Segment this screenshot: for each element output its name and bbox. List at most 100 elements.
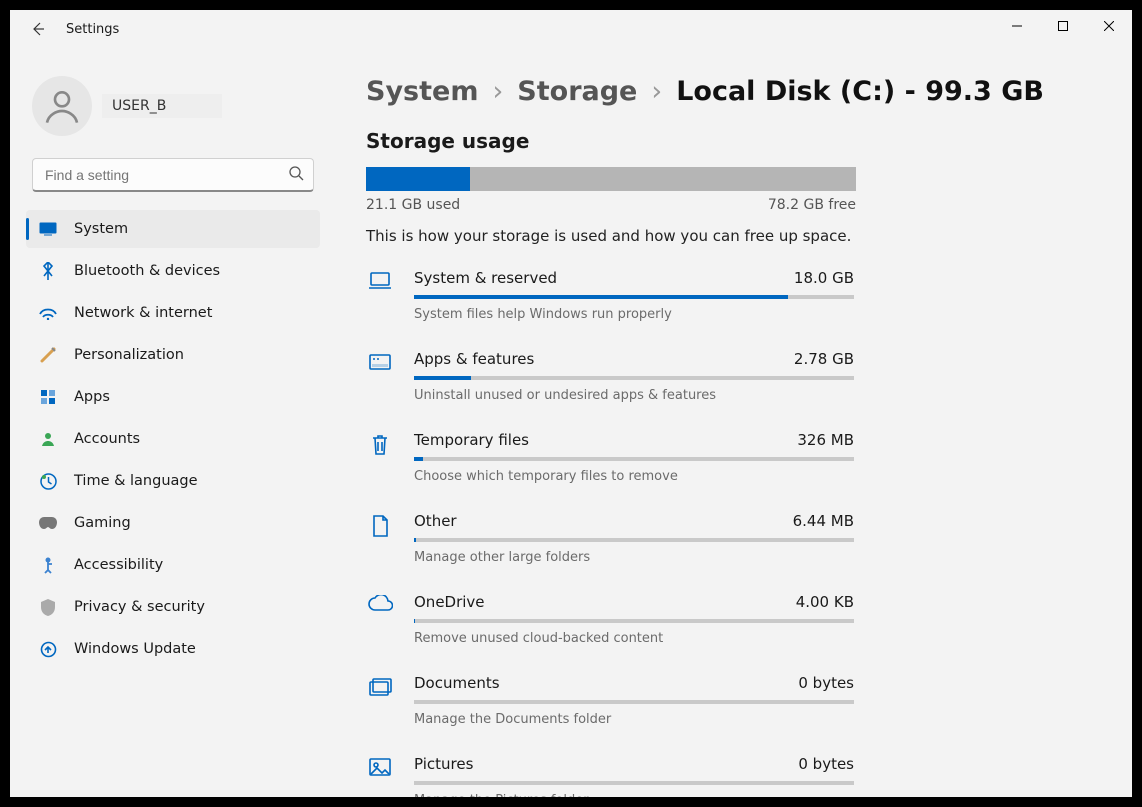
category-body: System & reserved18.0 GBSystem files hel…	[414, 269, 854, 322]
nav-label: Gaming	[74, 515, 131, 531]
usage-fill	[366, 167, 470, 191]
category-apps-features[interactable]: Apps & features 2.78 GB Uninstall unused o…	[366, 350, 1096, 403]
nav-icon	[38, 556, 58, 574]
category-name: Other	[414, 512, 457, 530]
content: USER_B System Bluetooth & devices Network …	[10, 48, 1132, 797]
user-name: USER_B	[102, 94, 222, 118]
user-profile[interactable]: USER_B	[26, 58, 320, 152]
category-fill	[414, 376, 471, 380]
settings-window: Settings USER_B System Bluetooth & device…	[10, 10, 1132, 797]
search-wrap	[32, 158, 314, 192]
sidebar: USER_B System Bluetooth & devices Network …	[10, 48, 330, 797]
laptop-icon	[366, 269, 394, 322]
apps-icon	[366, 350, 394, 403]
category-subtitle: Choose which temporary files to remove	[414, 469, 854, 484]
nav-label: System	[74, 221, 128, 237]
main-panel[interactable]: System › Storage › Local Disk (C:) - 99.…	[330, 48, 1132, 797]
chevron-right-icon: ›	[651, 76, 662, 107]
sidebar-item-accessibility[interactable]: Accessibility	[26, 546, 320, 584]
usage-labels: 21.1 GB used 78.2 GB free	[366, 197, 856, 213]
nav-list: System Bluetooth & devices Network & inter…	[26, 210, 320, 672]
nav-label: Privacy & security	[74, 599, 205, 615]
category-documents[interactable]: Documents 0 bytes Manage the Documents fol…	[366, 674, 1096, 727]
window-controls	[994, 10, 1132, 42]
used-label: 21.1 GB used	[366, 197, 460, 213]
sidebar-item-apps[interactable]: Apps	[26, 378, 320, 416]
category-bar	[414, 376, 854, 380]
category-body: Apps & features 2.78 GB Uninstall unused o…	[414, 350, 854, 403]
other-icon	[366, 512, 394, 565]
nav-icon	[38, 262, 58, 280]
category-bar	[414, 295, 854, 299]
category-bar	[414, 781, 854, 785]
category-fill	[414, 619, 415, 623]
category-subtitle: Remove unused cloud-backed content	[414, 631, 854, 646]
sidebar-item-windows-update[interactable]: Windows Update	[26, 630, 320, 668]
nav-label: Accounts	[74, 431, 140, 447]
sidebar-item-time-language[interactable]: Time & language	[26, 462, 320, 500]
breadcrumb-system[interactable]: System	[366, 76, 478, 107]
sidebar-item-personalization[interactable]: Personalization	[26, 336, 320, 374]
maximize-button[interactable]	[1040, 10, 1086, 42]
category-subtitle: Manage the Pictures folder	[414, 793, 854, 797]
category-size: 326 MB	[797, 431, 854, 449]
breadcrumb: System › Storage › Local Disk (C:) - 99.…	[366, 76, 1096, 107]
category-size: 2.78 GB	[794, 350, 854, 368]
category-fill	[414, 295, 788, 299]
category-subtitle: System files help Windows run properly	[414, 307, 854, 322]
category-name: Apps & features	[414, 350, 534, 368]
category-temporary-files[interactable]: Temporary files326 MBChoose which tempor…	[366, 431, 1096, 484]
category-body: Documents 0 bytes Manage the Documents fol…	[414, 674, 854, 727]
usage-bar	[366, 167, 856, 191]
usage-description: This is how your storage is used and how…	[366, 227, 1096, 245]
nav-label: Apps	[74, 389, 110, 405]
documents-icon	[366, 674, 394, 727]
nav-label: Time & language	[74, 473, 198, 489]
nav-label: Accessibility	[74, 557, 163, 573]
close-button[interactable]	[1086, 10, 1132, 42]
nav-icon	[38, 473, 58, 490]
nav-label: Personalization	[74, 347, 184, 363]
search-icon	[288, 165, 304, 185]
sidebar-item-bluetooth-devices[interactable]: Bluetooth & devices	[26, 252, 320, 290]
category-name: OneDrive	[414, 593, 485, 611]
trash-icon	[366, 431, 394, 484]
category-bar	[414, 619, 854, 623]
category-size: 0 bytes	[798, 674, 854, 692]
back-button[interactable]	[24, 15, 52, 43]
category-name: Documents	[414, 674, 500, 692]
category-onedrive[interactable]: OneDrive 4.00 KB Remove unused cloud-backe…	[366, 593, 1096, 646]
category-name: Pictures	[414, 755, 473, 773]
chevron-right-icon: ›	[492, 76, 503, 107]
category-size: 4.00 KB	[796, 593, 854, 611]
category-pictures[interactable]: Pictures 0 bytes Manage the Pictures folde…	[366, 755, 1096, 797]
breadcrumb-storage[interactable]: Storage	[517, 76, 637, 107]
categories-list: System & reserved18.0 GBSystem files hel…	[366, 269, 1096, 797]
minimize-button[interactable]	[994, 10, 1040, 42]
nav-icon	[38, 431, 58, 447]
category-bar	[414, 538, 854, 542]
titlebar: Settings	[10, 10, 1132, 48]
breadcrumb-current: Local Disk (C:) - 99.3 GB	[676, 76, 1044, 107]
sidebar-item-privacy-security[interactable]: Privacy & security	[26, 588, 320, 626]
category-name: System & reserved	[414, 269, 557, 287]
nav-icon	[38, 389, 58, 405]
category-subtitle: Manage the Documents folder	[414, 712, 854, 727]
nav-icon	[38, 599, 58, 616]
sidebar-item-network-internet[interactable]: Network & internet	[26, 294, 320, 332]
nav-label: Bluetooth & devices	[74, 263, 220, 279]
avatar	[32, 76, 92, 136]
category-size: 0 bytes	[798, 755, 854, 773]
sidebar-item-system[interactable]: System	[26, 210, 320, 248]
sidebar-item-accounts[interactable]: Accounts	[26, 420, 320, 458]
category-subtitle: Uninstall unused or undesired apps & fea…	[414, 388, 854, 403]
nav-icon	[38, 347, 58, 363]
nav-icon	[38, 306, 58, 320]
category-other[interactable]: Other6.44 MBManage other large folders	[366, 512, 1096, 565]
category-system-reserved[interactable]: System & reserved18.0 GBSystem files hel…	[366, 269, 1096, 322]
category-body: OneDrive 4.00 KB Remove unused cloud-backe…	[414, 593, 854, 646]
pictures-icon	[366, 755, 394, 797]
sidebar-item-gaming[interactable]: Gaming	[26, 504, 320, 542]
nav-icon	[38, 222, 58, 236]
search-input[interactable]	[32, 158, 314, 192]
